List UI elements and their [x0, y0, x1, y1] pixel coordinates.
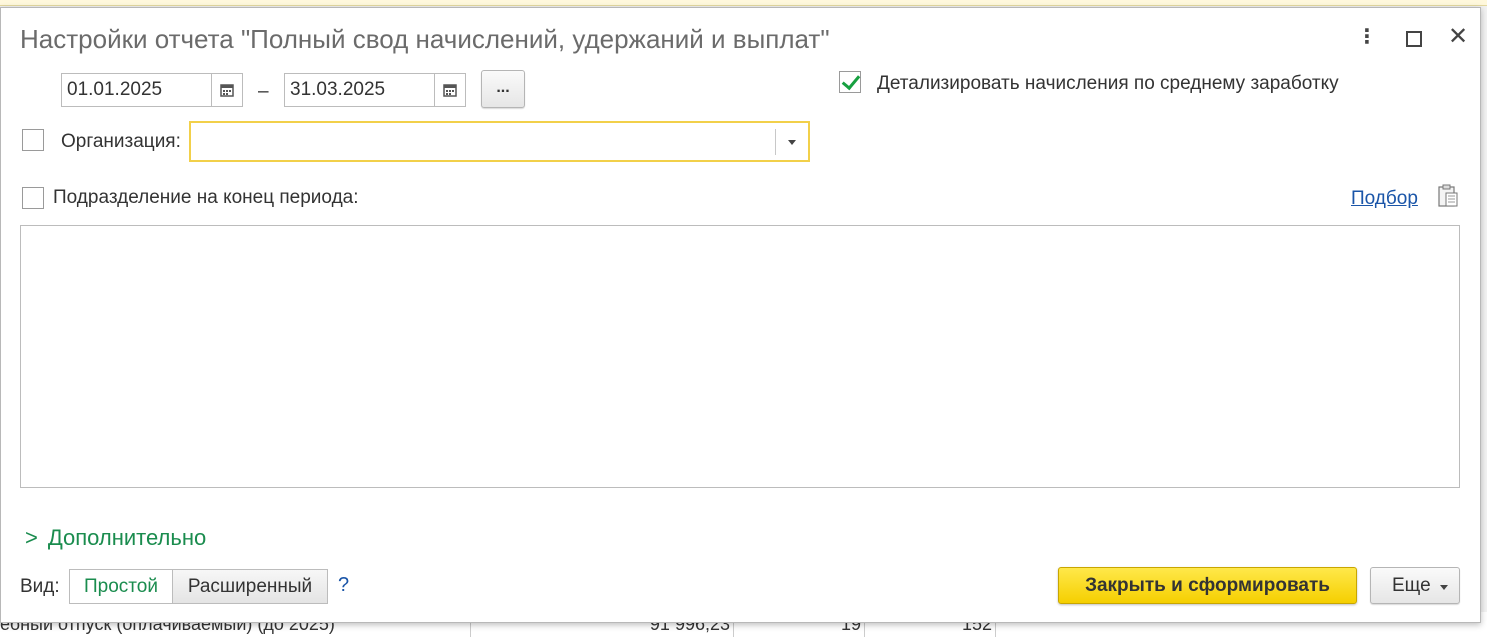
period-select-button[interactable]: ...: [481, 70, 525, 108]
help-link[interactable]: ?: [338, 574, 349, 597]
more-actions-label: Еще: [1392, 575, 1431, 596]
select-link[interactable]: Подбор: [1351, 188, 1418, 210]
period-start-value: 01.01.2025: [67, 79, 163, 100]
maximize-icon[interactable]: [1401, 26, 1423, 48]
report-settings-dialog: Настройки отчета "Полный свод начислений…: [0, 7, 1481, 623]
chevron-down-icon[interactable]: [775, 129, 808, 155]
detail-average-label: Детализировать начисления по среднему за…: [877, 73, 1339, 94]
subdivision-label: Подразделение на конец периода:: [53, 187, 359, 208]
period-end-input[interactable]: 31.03.2025: [284, 73, 466, 107]
chevron-right-icon: >: [25, 525, 38, 550]
clipboard-icon[interactable]: [1437, 184, 1459, 208]
calendar-icon[interactable]: [211, 73, 242, 107]
subdivision-checkbox[interactable]: [22, 187, 44, 209]
additional-section-label: Дополнительно: [47, 525, 207, 550]
subdivision-list[interactable]: [20, 225, 1460, 488]
period-separator: –: [258, 81, 269, 102]
detail-average-checkbox[interactable]: [839, 71, 861, 93]
period-end-value: 31.03.2025: [290, 79, 386, 100]
more-actions-button[interactable]: Еще: [1370, 567, 1460, 604]
calendar-icon[interactable]: [434, 73, 465, 107]
close-icon[interactable]: ✕: [1447, 25, 1469, 49]
organization-checkbox[interactable]: [22, 129, 44, 151]
background-strip: [0, 0, 1487, 6]
organization-field[interactable]: [189, 121, 810, 162]
view-label: Вид:: [20, 576, 60, 597]
close-and-generate-button[interactable]: Закрыть и сформировать: [1058, 567, 1357, 604]
organization-label: Организация:: [61, 131, 181, 152]
more-vertical-icon[interactable]: ⋮: [1356, 26, 1378, 48]
view-simple-button[interactable]: Простой: [69, 569, 173, 604]
view-advanced-button[interactable]: Расширенный: [172, 569, 328, 604]
period-start-input[interactable]: 01.01.2025: [61, 73, 243, 107]
dialog-title: Настройки отчета "Полный свод начислений…: [20, 24, 830, 54]
chevron-down-icon: [1440, 585, 1448, 590]
additional-section-toggle[interactable]: > Дополнительно: [25, 525, 206, 551]
